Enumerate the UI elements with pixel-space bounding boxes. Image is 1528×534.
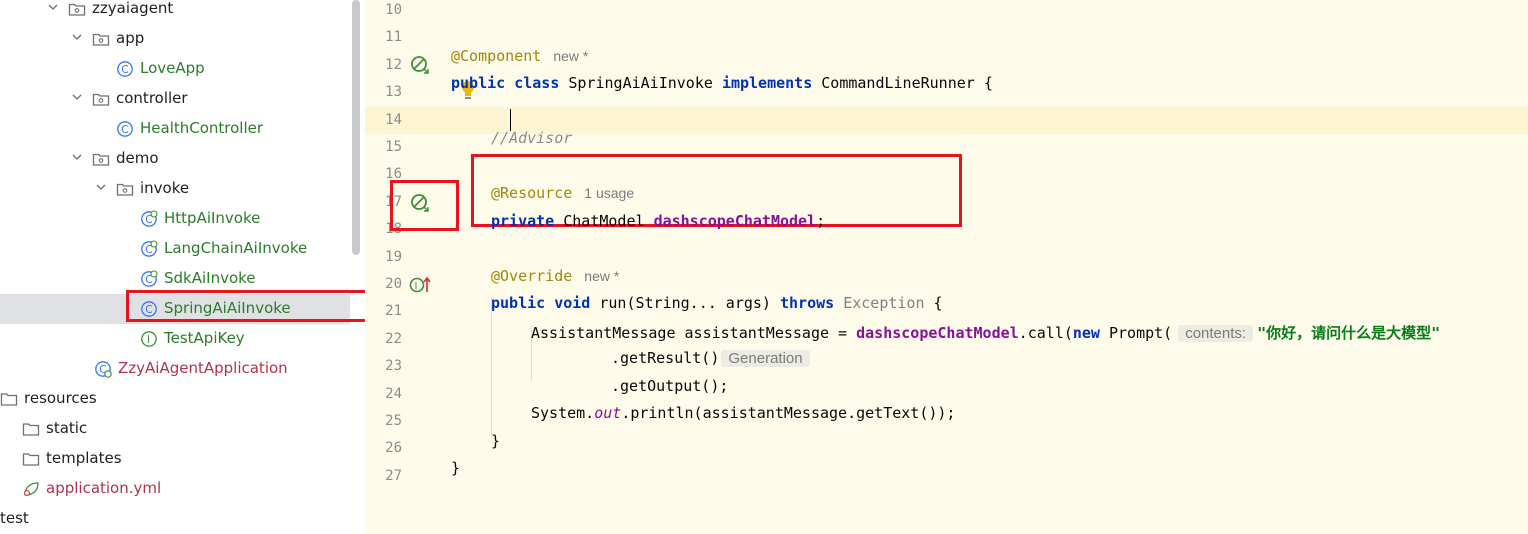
tree-item-label: app — [116, 29, 145, 47]
line-number[interactable]: 19 — [372, 249, 402, 265]
interface-icon: I — [141, 331, 157, 347]
tree-item-resources[interactable]: resources — [0, 384, 350, 414]
tree-item-zzyaiagent[interactable]: zzyaiagent — [0, 0, 350, 24]
code-line-25[interactable]: } — [491, 414, 500, 450]
svg-text:I: I — [147, 334, 150, 346]
gutter-highlight-box — [390, 180, 459, 231]
tree-item-label: LangChainAiInvoke — [164, 239, 308, 257]
line-number[interactable]: 10 — [372, 2, 402, 18]
line-number[interactable]: 21 — [372, 303, 402, 319]
code-line-14[interactable]: //Advisor — [491, 111, 572, 147]
tree-item-label: resources — [24, 389, 97, 407]
code-line-12[interactable]: public class SpringAiAiInvoke implements… — [451, 56, 993, 92]
folder-icon — [22, 423, 40, 436]
folder-icon — [22, 453, 40, 466]
line-number[interactable]: 20 — [372, 276, 402, 292]
tree-item-label: HealthController — [140, 119, 264, 137]
tree-item-healthcontroller[interactable]: C HealthController — [0, 114, 350, 144]
spring-config-icon — [24, 482, 39, 496]
implements-method-icon[interactable]: I — [409, 276, 431, 294]
tree-item-label: demo — [116, 149, 159, 167]
package-icon — [92, 33, 110, 46]
class-icon: C — [117, 121, 133, 137]
tree-item-application-yml[interactable]: application.yml — [0, 474, 350, 504]
selection-highlight-box — [126, 290, 392, 322]
folder-icon — [0, 393, 18, 406]
tree-scrollbar[interactable] — [352, 0, 360, 255]
text-caret — [510, 109, 511, 131]
line-number[interactable]: 13 — [372, 84, 402, 100]
line-number[interactable]: 26 — [372, 440, 402, 456]
tree-item-label: zzyaiagent — [92, 0, 174, 17]
svg-text:C: C — [121, 124, 128, 136]
chevron-down-icon[interactable] — [48, 2, 58, 12]
class-icon: C — [117, 61, 133, 77]
tree-item-label: static — [46, 419, 88, 437]
tree-item-label: HttpAiInvoke — [164, 209, 261, 227]
package-icon — [68, 3, 86, 16]
tree-item-invoke[interactable]: invoke — [0, 174, 350, 204]
tree-item-langchainaiinvoke[interactable]: C LangChainAiInvoke — [0, 234, 350, 264]
spring-class-icon: C — [141, 270, 158, 287]
tree-item-demo[interactable]: demo — [0, 144, 350, 174]
spring-boot-class-icon: C — [95, 361, 112, 378]
chevron-down-icon[interactable] — [72, 152, 82, 162]
tree-item-label: application.yml — [46, 479, 162, 497]
line-number[interactable]: 25 — [372, 413, 402, 429]
line-number[interactable]: 11 — [372, 29, 402, 45]
tree-item-label: SdkAiInvoke — [164, 269, 256, 287]
tree-item-label: controller — [116, 89, 188, 107]
chevron-down-icon[interactable] — [72, 92, 82, 102]
line-number[interactable]: 23 — [372, 358, 402, 374]
tree-item-test[interactable]: test — [0, 504, 350, 534]
tree-item-httpaiinvoke[interactable]: C HttpAiInvoke — [0, 204, 350, 234]
tree-item-static[interactable]: static — [0, 414, 350, 444]
tree-item-app[interactable]: app — [0, 24, 350, 54]
package-icon — [116, 183, 134, 196]
line-number[interactable]: 22 — [372, 331, 402, 347]
code-line-24[interactable]: System.out.println(assistantMessage.getT… — [531, 386, 955, 422]
tree-item-loveapp[interactable]: C LoveApp — [0, 54, 350, 84]
line-number[interactable]: 27 — [372, 468, 402, 484]
code-line-26[interactable]: } — [451, 441, 460, 477]
svg-text:C: C — [121, 64, 128, 76]
tree-item-label: LoveApp — [140, 59, 205, 77]
tree-item-label: templates — [46, 449, 122, 467]
tree-item-label: TestApiKey — [164, 329, 245, 347]
tree-item-controller[interactable]: controller — [0, 84, 350, 114]
type-hint: Generation — [721, 350, 810, 367]
tree-item-label: test — [0, 509, 29, 527]
tree-item-label: invoke — [140, 179, 190, 197]
line-number[interactable]: 14 — [372, 112, 402, 128]
chevron-down-icon[interactable] — [96, 182, 106, 192]
tree-item-testapikey[interactable]: I TestApiKey — [0, 324, 350, 354]
tree-item-label: ZzyAiAgentApplication — [118, 359, 288, 377]
svg-text:I: I — [415, 281, 418, 292]
spring-class-icon: C — [141, 210, 158, 227]
spring-bean-gutter-icon[interactable] — [410, 55, 430, 75]
parameter-hint: contents: — [1178, 325, 1254, 342]
line-number[interactable]: 12 — [372, 57, 402, 73]
package-icon — [92, 153, 110, 166]
line-number[interactable]: 15 — [372, 139, 402, 155]
spring-class-icon: C — [141, 240, 158, 257]
tree-item-templates[interactable]: templates — [0, 444, 350, 474]
package-icon — [92, 93, 110, 106]
line-number[interactable]: 24 — [372, 386, 402, 402]
chevron-down-icon[interactable] — [72, 32, 82, 42]
tree-item-zzyaiagentapplication[interactable]: C ZzyAiAgentApplication — [0, 354, 350, 384]
project-tree: zzyaiagent app C LoveApp controller C HealthCo… — [0, 0, 365, 534]
code-line-17[interactable]: private ChatModel dashscopeChatModel; — [491, 194, 825, 230]
